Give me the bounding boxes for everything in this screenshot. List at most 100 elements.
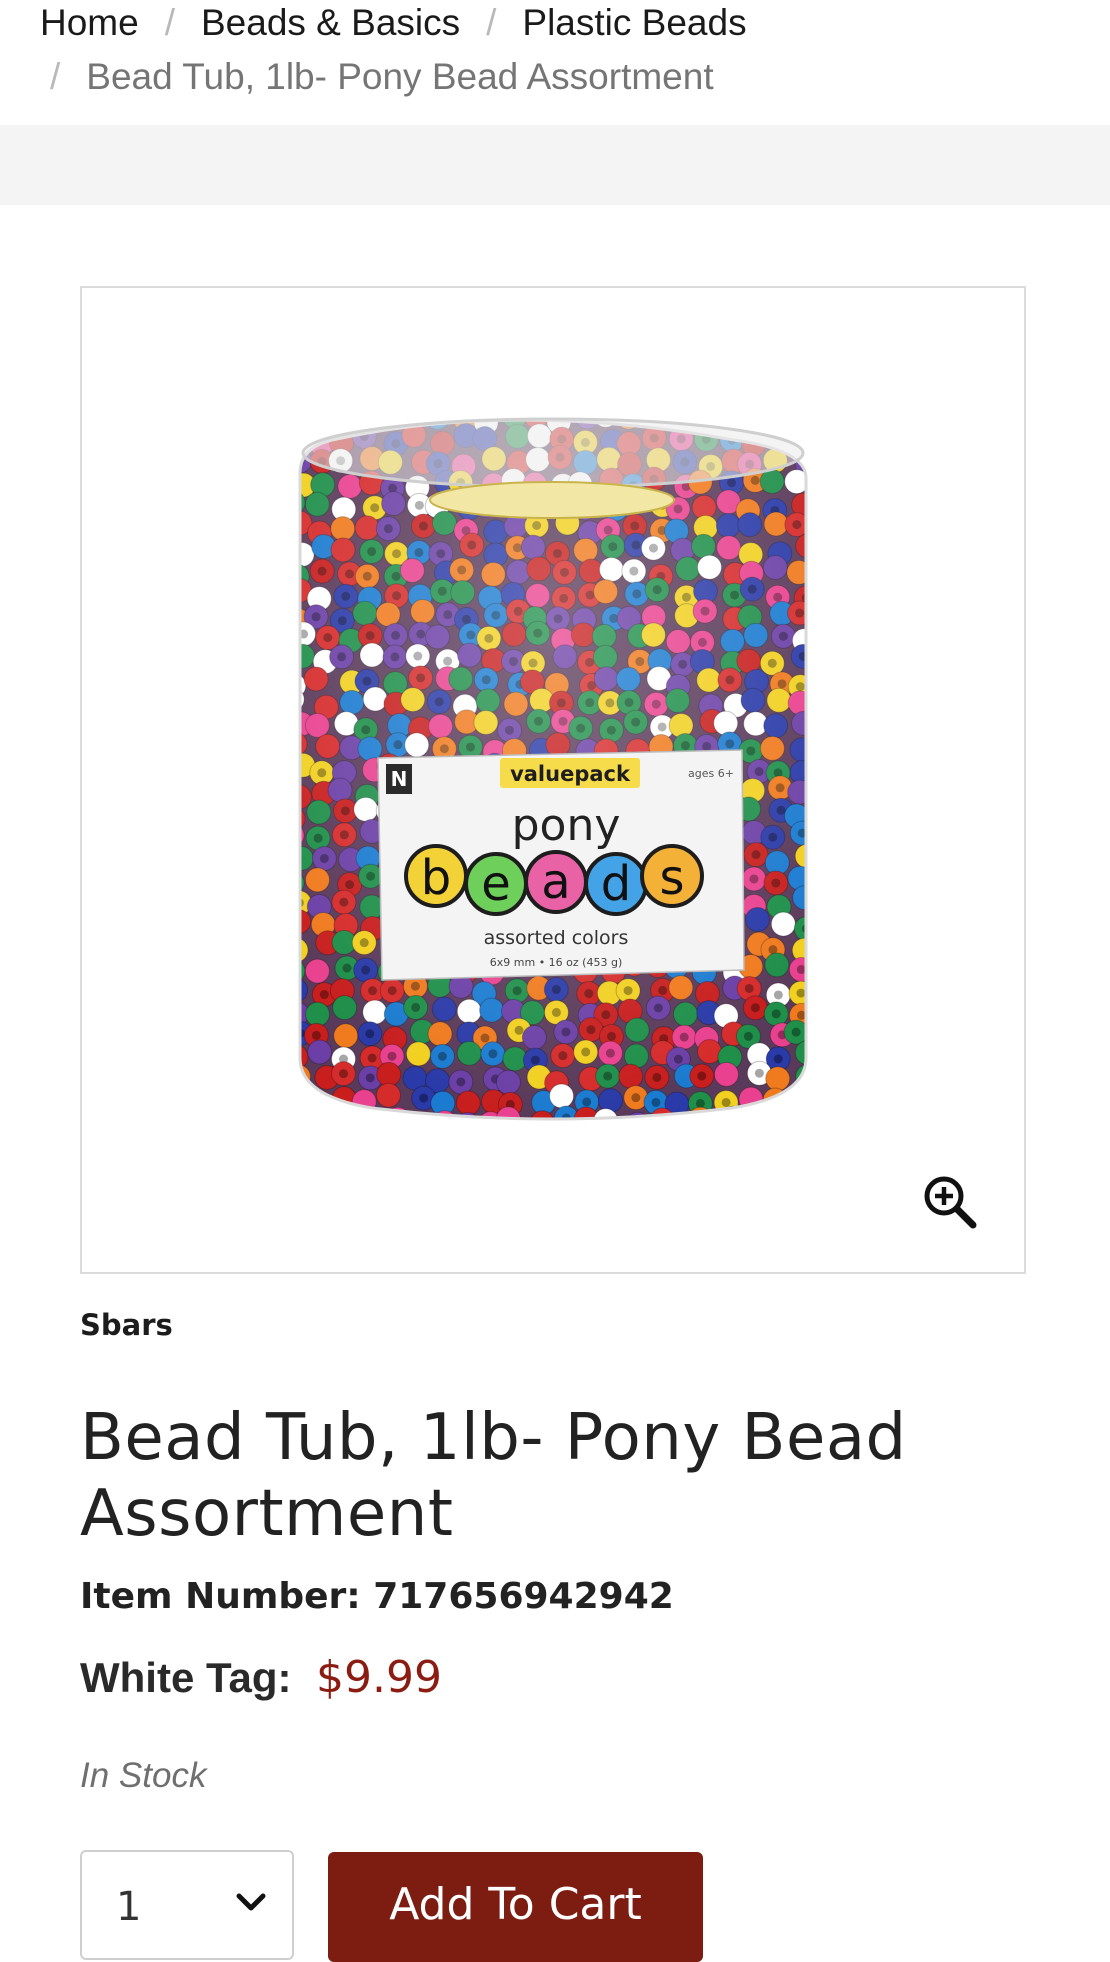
product-image-frame[interactable]: N valuepack ages 6+ pony b e a d s assor…: [80, 286, 1026, 1274]
bead: [812, 652, 836, 676]
svg-text:a: a: [541, 854, 570, 910]
bead: [810, 732, 834, 756]
bead: [786, 420, 806, 430]
bead-hole: [818, 739, 827, 748]
bead: [401, 420, 427, 427]
bead-hole: [371, 1119, 380, 1128]
bead: [812, 754, 836, 778]
bead: [812, 1019, 836, 1043]
bead-hole: [800, 1116, 806, 1119]
quantity-value: 1: [116, 1884, 142, 1930]
bead-hole: [440, 1118, 450, 1119]
bead: [813, 827, 837, 851]
bead-hole: [817, 497, 826, 506]
svg-text:N: N: [391, 767, 408, 791]
bead-hole: [316, 420, 326, 423]
bead: [811, 582, 835, 606]
svg-text:pony: pony: [512, 800, 621, 851]
bead-hole: [816, 964, 825, 973]
bead-hole: [818, 1070, 827, 1079]
bead: [814, 890, 838, 914]
breadcrumb-row: / Bead Tub, 1lb- Pony Bead Assortment: [50, 50, 714, 104]
bead-hole: [754, 420, 764, 427]
bead-hole: [820, 785, 829, 794]
bead: [812, 516, 836, 540]
item-number: Item Number: 717656942942: [80, 1576, 674, 1617]
bead: [810, 489, 834, 513]
bead-hole: [288, 967, 297, 976]
divider-band: [0, 125, 1110, 205]
bead-hole: [819, 615, 828, 624]
bead-hole: [300, 434, 304, 444]
breadcrumb-current: Bead Tub, 1lb- Pony Bead Assortment: [86, 56, 714, 97]
bead-hole: [289, 814, 298, 823]
bead-hole: [822, 898, 831, 907]
breadcrumb-plastic-beads-link[interactable]: Plastic Beads: [522, 2, 746, 43]
svg-text:assorted colors: assorted colors: [484, 927, 629, 949]
bead-hole: [817, 1114, 826, 1123]
bead: [809, 1107, 833, 1131]
bead-hole: [827, 717, 836, 726]
chevron-down-icon: [236, 1893, 266, 1911]
bead: [809, 622, 833, 646]
tub-lid: [301, 417, 805, 489]
breadcrumb-separator: /: [50, 56, 61, 97]
bead: [820, 696, 844, 720]
bead-hole: [342, 420, 352, 422]
bead: [300, 420, 311, 432]
bead: [811, 557, 835, 581]
bead: [810, 980, 834, 1004]
bead: [813, 668, 837, 692]
bead-hole: [819, 458, 828, 467]
quantity-select[interactable]: 1: [80, 1850, 294, 1960]
bead: [300, 1090, 316, 1116]
svg-text:e: e: [481, 856, 511, 912]
bead: [811, 1063, 835, 1087]
add-to-cart-button[interactable]: Add To Cart: [328, 1852, 703, 1962]
zoom-in-icon: [924, 1176, 977, 1229]
bead: [813, 534, 837, 558]
bead-hole: [821, 542, 830, 551]
product-label: N valuepack ages 6+ pony b e a d s assor…: [377, 749, 745, 981]
bead: [820, 867, 844, 891]
bead: [792, 1086, 806, 1112]
bead-hole: [800, 1094, 806, 1104]
bead: [300, 1113, 305, 1119]
bead-hole: [674, 1120, 683, 1129]
product-brand: Sbars: [80, 1308, 173, 1342]
product-title: Bead Tub, 1lb- Pony Bead Assortment: [80, 1401, 907, 1551]
bead-hole: [722, 420, 732, 426]
svg-text:d: d: [601, 856, 631, 912]
product-image: N valuepack ages 6+ pony b e a d s assor…: [288, 409, 844, 1131]
svg-text:valuepack: valuepack: [510, 762, 631, 786]
bead-hole: [300, 1098, 308, 1108]
bead: [819, 710, 843, 734]
bead-hole: [770, 1114, 780, 1119]
breadcrumb-home-link[interactable]: Home: [40, 2, 139, 43]
bead: [811, 411, 835, 435]
lid-label: [429, 481, 675, 519]
bead: [359, 420, 385, 427]
bead-hole: [819, 1008, 828, 1017]
breadcrumb-row: Home / Beads & Basics / Plastic Beads: [40, 0, 747, 50]
bead: [814, 476, 838, 500]
price-label: White Tag:: [80, 1654, 292, 1701]
svg-text:b: b: [421, 850, 451, 906]
price-value: $9.99: [315, 1652, 442, 1703]
bead-hole: [827, 704, 836, 713]
bead: [362, 1111, 388, 1119]
breadcrumb-separator: /: [486, 2, 497, 43]
bead: [808, 850, 832, 874]
bead: [813, 1045, 837, 1069]
bead: [401, 1111, 427, 1119]
bead-hole: [410, 409, 419, 418]
zoom-button[interactable]: [922, 1174, 978, 1230]
bead: [811, 607, 835, 631]
bead: [762, 1106, 788, 1119]
bead-hole: [819, 524, 828, 533]
bead: [383, 420, 409, 428]
breadcrumb-beads-basics-link[interactable]: Beads & Basics: [201, 2, 460, 43]
bead: [816, 1091, 840, 1115]
bead: [746, 420, 772, 435]
bead: [816, 936, 840, 960]
